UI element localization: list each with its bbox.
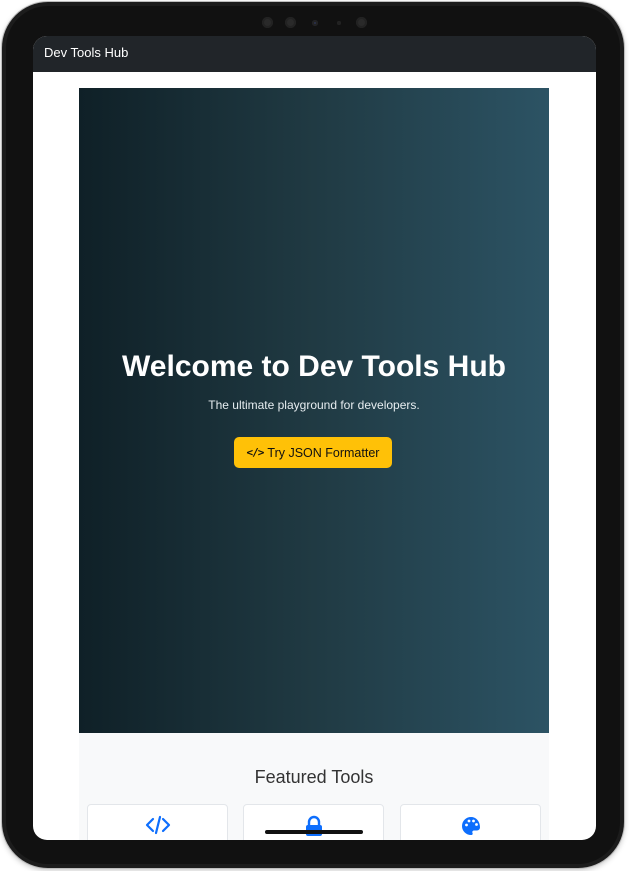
code-icon <box>88 815 227 840</box>
sensor-icon <box>262 17 273 28</box>
code-icon: </> <box>246 446 265 459</box>
lock-icon <box>244 815 383 840</box>
navbar: Dev Tools Hub <box>33 36 596 72</box>
tool-card-color[interactable] <box>400 804 541 840</box>
tool-card-lock[interactable] <box>243 804 384 840</box>
browser-screen: Dev Tools Hub Welcome to Dev Tools Hub T… <box>33 36 596 840</box>
hero-title: Welcome to Dev Tools Hub <box>122 350 506 383</box>
hero-section: Welcome to Dev Tools Hub The ultimate pl… <box>79 88 549 733</box>
page-content: Welcome to Dev Tools Hub The ultimate pl… <box>79 88 549 840</box>
hero-subtitle: The ultimate playground for developers. <box>208 398 420 412</box>
tool-card-json[interactable] <box>87 804 228 840</box>
featured-tools-title: Featured Tools <box>254 767 374 787</box>
sensor-icon <box>356 17 367 28</box>
sensor-icon <box>337 21 341 25</box>
featured-tools-section: Featured Tools <box>79 733 549 840</box>
navbar-brand[interactable]: Dev Tools Hub <box>44 45 128 60</box>
home-indicator[interactable] <box>265 830 363 834</box>
palette-icon <box>401 815 540 840</box>
sensor-icon <box>285 17 296 28</box>
cta-label: Try JSON Formatter <box>267 445 380 460</box>
try-json-formatter-button[interactable]: </> Try JSON Formatter <box>234 437 392 468</box>
camera-bar <box>6 16 620 30</box>
camera-icon <box>312 20 318 26</box>
